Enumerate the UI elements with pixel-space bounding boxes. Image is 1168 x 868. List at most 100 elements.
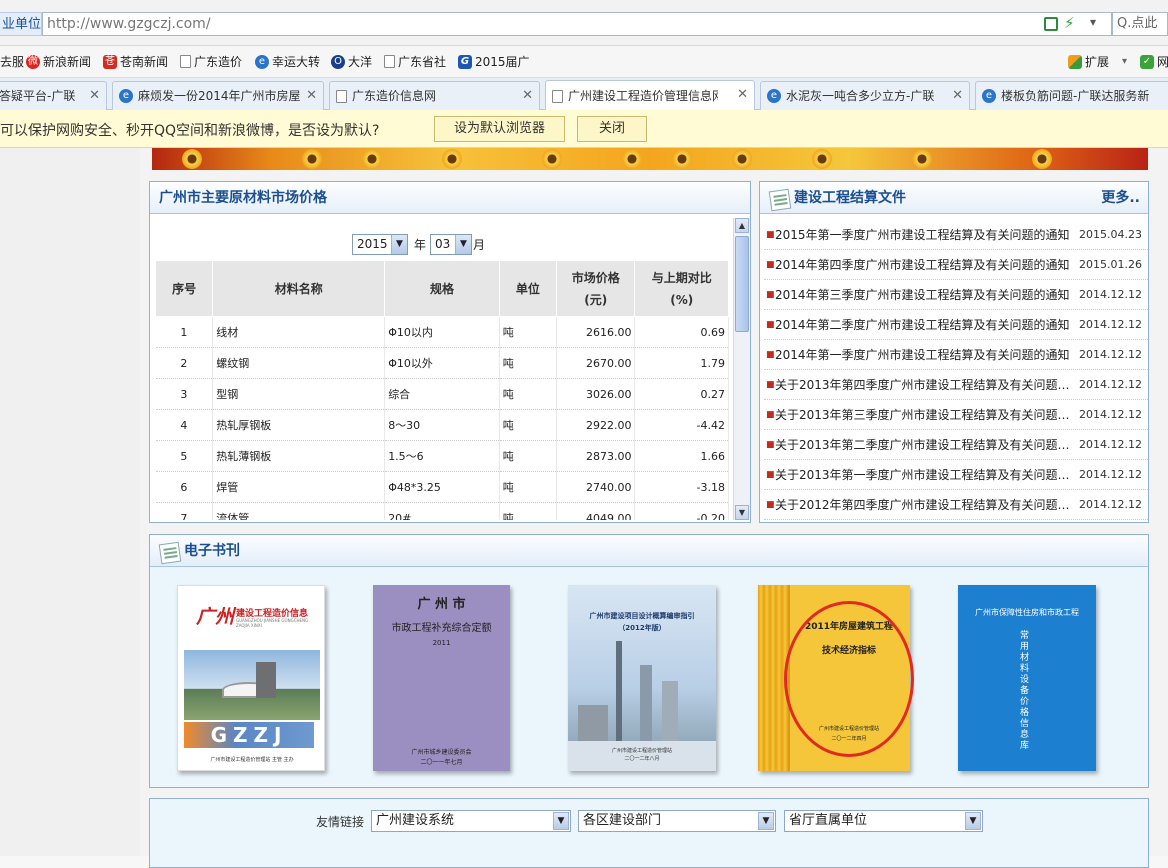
settlement-date: 2014.12.12 [1079,438,1142,451]
list-item[interactable]: ■ 2014年第三季度广州市建设工程结算及有关问题的通知 2014.12.12 [764,280,1148,310]
set-default-button[interactable]: 设为默认浏览器 [434,116,565,142]
tab-active[interactable]: 广州建设工程造价管理信息网 ✕ [545,80,755,111]
bookmark-item[interactable]: 广东造价 [180,53,242,70]
chevron-down-icon[interactable]: ▾ [1122,56,1127,67]
cell-no: 7 [155,502,214,520]
settlement-link[interactable]: 关于2013年第四季度广州市建设工程结算及有关问题的.. [775,370,1071,400]
date-selector: 2015 ▼ 年 03 ▼ 月 [155,218,729,260]
ebooks-panel: 电子书刊 广州 建设工程造价信息 GUANGZHOU JIANSHE GONGC… [149,534,1149,788]
ebooks-title: 电子书刊 [184,543,240,559]
bookmark-item[interactable]: 微新浪新闻 [26,53,91,70]
url-input[interactable]: http://www.gzgczj.com/ [42,12,1112,36]
shield-icon: ✓ [1140,54,1154,69]
list-item[interactable]: ■ 关于2013年第二季度广州市建设工程结算及有关问题的.. 2014.12.12 [764,430,1148,460]
year-select[interactable]: 2015 ▼ [352,234,408,255]
scroll-thumb[interactable] [735,236,749,332]
month-select[interactable]: 03 ▼ [430,234,472,255]
ebook-cover-1[interactable]: 广州 建设工程造价信息 GUANGZHOU JIANSHE GONGCHENG … [177,585,325,771]
bookmark-item[interactable]: 广东省社 [384,53,446,70]
extensions-icon [1068,54,1082,69]
settlement-date: 2015.04.23 [1079,228,1142,241]
page-icon [180,55,191,68]
settlement-link[interactable]: 2014年第二季度广州市建设工程结算及有关问题的通知 [775,310,1071,340]
col-spec: 规格 [384,260,500,317]
banner-image [152,148,1148,170]
list-item[interactable]: ■ 2014年第一季度广州市建设工程结算及有关问题的通知 2014.12.12 [764,340,1148,370]
table-row: 1 线材 Φ10以内吨 2616.00 0.69 [155,316,729,348]
scroll-up-icon[interactable]: ▲ [735,218,749,233]
bookmark-item[interactable]: 去服 [0,53,24,70]
links-select-province[interactable]: 省厅直属单位 ▼ [784,810,983,832]
chevron-down-icon[interactable]: ▾ [1090,15,1096,29]
table-header-row: 序号 材料名称 规格 单位 市场价格 (元) 与上期对比 (%) [155,260,729,317]
book1-logo: 广州 [196,606,235,628]
list-item[interactable]: ■ 2015年第一季度广州市建设工程结算及有关问题的通知 2015.04.23 [764,220,1148,250]
links-select-system[interactable]: 广州建设系统 ▼ [371,810,571,832]
bullet-icon: ■ [766,470,775,480]
links-select-districts[interactable]: 各区建设部门 ▼ [578,810,776,832]
settlement-link[interactable]: 2014年第四季度广州市建设工程结算及有关问题的通知 [775,250,1071,280]
bookmark-item[interactable]: G 2015届广 [458,53,530,70]
site-label[interactable]: 业单位 [0,12,42,36]
tab[interactable]: e 水泥灰一吨合多少立方-广联 ✕ [760,81,970,110]
book2-date: 二〇一一年七月 [420,759,463,766]
settlement-link[interactable]: 2015年第一季度广州市建设工程结算及有关问题的通知 [775,220,1071,250]
settlement-link[interactable]: 2014年第三季度广州市建设工程结算及有关问题的通知 [775,280,1071,310]
tab[interactable]: e 楼板负筋问题-广联达服务新 [975,81,1168,110]
more-link[interactable]: 更多.. [1101,182,1140,214]
table-row: 5 热轧薄钢板 1.5～6 吨 2873.00 1.66 [155,440,729,472]
tab[interactable]: 广东造价信息网 ✕ [329,81,540,110]
list-item[interactable]: ■ 关于2013年第一季度广州市建设工程结算及有关问题的.. 2014.12.12 [764,460,1148,490]
close-icon[interactable]: ✕ [952,82,963,109]
weibo-icon: 微 [26,54,40,69]
search-input[interactable]: Q.点此 [1112,12,1168,36]
col-price: 市场价格 (元) [556,260,636,317]
settlement-date: 2014.12.12 [1079,288,1142,301]
list-item[interactable]: ■ 2014年第四季度广州市建设工程结算及有关问题的通知 2015.01.26 [764,250,1148,280]
tab[interactable]: e 麻烦发一份2014年广州市房屋 ✕ [112,81,324,110]
cell-change: 0.69 [634,316,729,348]
close-icon[interactable]: ✕ [89,82,100,109]
share-icon[interactable] [1044,17,1058,31]
bookmark-item[interactable]: 苍苍南新闻 [103,53,168,70]
cell-price: 2616.00 [556,316,636,348]
bullet-icon: ■ [766,260,775,270]
ebook-cover-2[interactable]: 广 州 市 市政工程补充综合定额 2011 广州市城乡建设委员会 二〇一一年七月 [373,585,510,771]
cell-change: 1.66 [634,440,729,472]
shield-button[interactable]: ✓ 网 [1140,53,1168,70]
close-icon[interactable]: ✕ [306,82,317,109]
materials-title: 广州市主要原材料市场价格 [150,182,750,214]
bookmark-item[interactable]: O 大洋 [331,53,372,70]
list-item[interactable]: ■ 关于2013年第四季度广州市建设工程结算及有关问题的.. 2014.12.12 [764,370,1148,400]
bookmark-item[interactable]: e 幸运大转 [255,53,320,70]
list-item[interactable]: ■ 关于2013年第三季度广州市建设工程结算及有关问题的.. 2014.12.12 [764,400,1148,430]
settlement-date: 2014.12.12 [1079,378,1142,391]
tab[interactable]: 答疑平台-广联 ✕ [0,81,107,110]
settlement-link[interactable]: 关于2013年第三季度广州市建设工程结算及有关问题的.. [775,400,1071,430]
list-item[interactable]: ■ 2014年第二季度广州市建设工程结算及有关问题的通知 2014.12.12 [764,310,1148,340]
settlement-link[interactable]: 关于2012年第四季度广州市建设工程结算及有关问题的.. [775,490,1071,520]
col-unit: 单位 [498,260,558,317]
lightning-icon[interactable]: ⚡ [1064,14,1075,32]
close-icon[interactable]: ✕ [737,81,748,108]
ebook-cover-4[interactable]: 2011年房屋建筑工程 技术经济指标 广州市建设工程造价管理站 二〇一二年四月 [758,585,914,771]
list-item[interactable]: ■ 关于2012年第四季度广州市建设工程结算及有关问题的.. 2014.12.12 [764,490,1148,520]
extensions-button[interactable]: 扩展 ▾ [1068,53,1127,70]
settlement-link[interactable]: 关于2013年第二季度广州市建设工程结算及有关问题的.. [775,430,1071,460]
cell-unit: 吨 [499,347,558,379]
col-no: 序号 [155,260,214,317]
ebook-cover-5[interactable]: 广州市保障性住房和市政工程 常用材料设备价格信息库 [958,585,1096,771]
month-label: 月 [473,238,486,252]
settlement-link[interactable]: 2014年第一季度广州市建设工程结算及有关问题的通知 [775,340,1071,370]
book5-title: 广州市保障性住房和市政工程 [975,608,1079,617]
scroll-down-icon[interactable]: ▼ [735,505,749,520]
book2-title: 市政工程补充综合定额 [391,623,492,634]
red-circle-annotation [784,601,914,757]
close-icon[interactable]: ✕ [522,82,533,109]
close-button[interactable]: 关闭 [577,116,647,142]
chevron-down-icon: ▼ [758,812,774,830]
materials-scrollbar[interactable]: ▲ ▼ [733,218,750,520]
settlement-link[interactable]: 关于2013年第一季度广州市建设工程结算及有关问题的.. [775,460,1071,490]
ebook-cover-3[interactable]: 广州市建设项目设计概算编审指引 （2012年版） 广州市建设工程造价管理站 二〇… [568,585,716,771]
settlement-date: 2014.12.12 [1079,468,1142,481]
